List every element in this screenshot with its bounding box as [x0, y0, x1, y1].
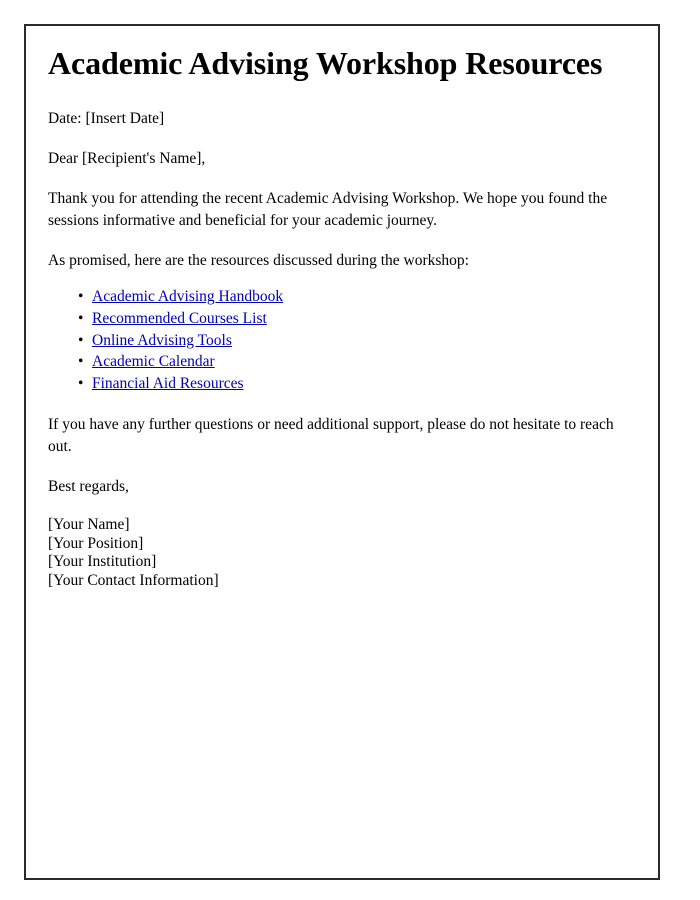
- signature-line-position: [Your Position]: [48, 534, 144, 552]
- bullet-icon: •: [78, 374, 84, 392]
- list-item: • Academic Advising Handbook: [78, 288, 638, 310]
- bullet-icon: •: [78, 353, 84, 371]
- signature-block: [Your Name] [Your Position] [Your Instit…: [48, 516, 638, 590]
- resource-link-list: • Academic Advising Handbook • Recommend…: [48, 288, 638, 396]
- list-item: • Academic Calendar: [78, 353, 638, 375]
- closing-line: Best regards,: [48, 478, 129, 496]
- resource-link-academic-advising-handbook[interactable]: Academic Advising Handbook: [92, 288, 283, 305]
- resource-link-recommended-courses-list[interactable]: Recommended Courses List: [92, 310, 267, 327]
- signature-line-contact: [Your Contact Information]: [48, 571, 219, 589]
- resource-link-online-advising-tools[interactable]: Online Advising Tools: [92, 332, 232, 349]
- list-item: • Online Advising Tools: [78, 332, 638, 354]
- document-body: Academic Advising Workshop Resources Dat…: [48, 44, 638, 590]
- body-paragraph-resources-intro: As promised, here are the resources disc…: [48, 252, 469, 270]
- document-page-border: Academic Advising Workshop Resources Dat…: [24, 24, 660, 880]
- bullet-icon: •: [78, 288, 84, 306]
- bullet-icon: •: [78, 309, 84, 327]
- salutation-line: Dear [Recipient's Name],: [48, 150, 206, 168]
- signature-line-name: [Your Name]: [48, 516, 130, 534]
- list-item: • Financial Aid Resources: [78, 375, 638, 397]
- page-title: Academic Advising Workshop Resources: [48, 45, 603, 81]
- list-item: • Recommended Courses List: [78, 310, 638, 332]
- signature-line-institution: [Your Institution]: [48, 553, 157, 571]
- body-paragraph-further-questions: If you have any further questions or nee…: [48, 416, 614, 456]
- resource-link-academic-calendar[interactable]: Academic Calendar: [92, 353, 215, 370]
- body-paragraph-thank-you: Thank you for attending the recent Acade…: [48, 190, 608, 230]
- date-line: Date: [Insert Date]: [48, 110, 165, 128]
- resource-link-financial-aid-resources[interactable]: Financial Aid Resources: [92, 375, 244, 392]
- bullet-icon: •: [78, 331, 84, 349]
